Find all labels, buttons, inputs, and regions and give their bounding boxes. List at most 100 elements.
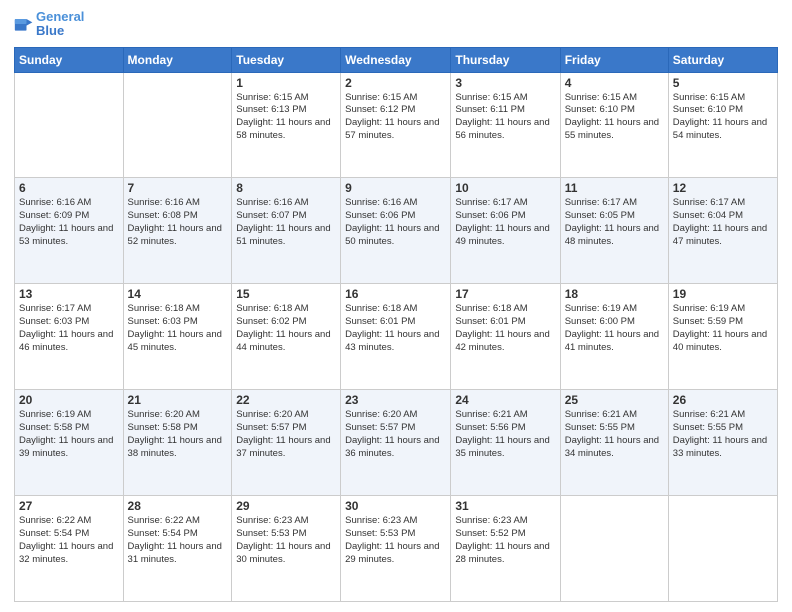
day-number: 21 bbox=[128, 393, 228, 407]
day-number: 1 bbox=[236, 76, 336, 90]
day-info: Sunrise: 6:23 AM Sunset: 5:52 PM Dayligh… bbox=[455, 515, 555, 566]
day-number: 10 bbox=[455, 181, 555, 195]
logo: General Blue bbox=[14, 10, 84, 39]
day-info: Sunrise: 6:18 AM Sunset: 6:02 PM Dayligh… bbox=[236, 303, 336, 354]
weekday-header-saturday: Saturday bbox=[668, 47, 777, 72]
day-info: Sunrise: 6:18 AM Sunset: 6:01 PM Dayligh… bbox=[455, 303, 555, 354]
day-info: Sunrise: 6:19 AM Sunset: 6:00 PM Dayligh… bbox=[565, 303, 664, 354]
day-number: 12 bbox=[673, 181, 773, 195]
day-info: Sunrise: 6:16 AM Sunset: 6:06 PM Dayligh… bbox=[345, 197, 446, 248]
day-info: Sunrise: 6:16 AM Sunset: 6:07 PM Dayligh… bbox=[236, 197, 336, 248]
day-info: Sunrise: 6:17 AM Sunset: 6:06 PM Dayligh… bbox=[455, 197, 555, 248]
week-row-5: 27 Sunrise: 6:22 AM Sunset: 5:54 PM Dayli… bbox=[15, 496, 778, 602]
day-info: Sunrise: 6:22 AM Sunset: 5:54 PM Dayligh… bbox=[128, 515, 228, 566]
calendar-cell: 11Sunrise: 6:17 AM Sunset: 6:05 PM Dayli… bbox=[560, 178, 668, 284]
day-number: 3 bbox=[455, 76, 555, 90]
day-info: Sunrise: 6:16 AM Sunset: 6:08 PM Dayligh… bbox=[128, 197, 228, 248]
weekday-header-tuesday: Tuesday bbox=[232, 47, 341, 72]
day-number: 23 bbox=[345, 393, 446, 407]
calendar-cell: 14Sunrise: 6:18 AM Sunset: 6:03 PM Dayli… bbox=[123, 284, 232, 390]
day-info: Sunrise: 6:19 AM Sunset: 5:59 PM Dayligh… bbox=[673, 303, 773, 354]
calendar-cell bbox=[15, 72, 124, 178]
day-number: 8 bbox=[236, 181, 336, 195]
day-info: Sunrise: 6:17 AM Sunset: 6:05 PM Dayligh… bbox=[565, 197, 664, 248]
day-info: Sunrise: 6:16 AM Sunset: 6:09 PM Dayligh… bbox=[19, 197, 119, 248]
calendar-cell: 18 Sunrise: 6:19 AM Sunset: 6:00 PM Dayli… bbox=[560, 284, 668, 390]
calendar-cell: 16Sunrise: 6:18 AM Sunset: 6:01 PM Dayli… bbox=[341, 284, 451, 390]
day-info: Sunrise: 6:15 AM Sunset: 6:13 PM Dayligh… bbox=[236, 92, 336, 143]
calendar-cell: 19 Sunrise: 6:19 AM Sunset: 5:59 PM Dayli… bbox=[668, 284, 777, 390]
calendar-table: SundayMondayTuesdayWednesdayThursdayFrid… bbox=[14, 47, 778, 602]
calendar-cell: 1 Sunrise: 6:15 AM Sunset: 6:13 PM Daylig… bbox=[232, 72, 341, 178]
calendar-cell: 13 Sunrise: 6:17 AM Sunset: 6:03 PM Dayli… bbox=[15, 284, 124, 390]
logo-text: General Blue bbox=[36, 10, 84, 39]
calendar-cell: 27 Sunrise: 6:22 AM Sunset: 5:54 PM Dayli… bbox=[15, 496, 124, 602]
day-number: 22 bbox=[236, 393, 336, 407]
weekday-header-wednesday: Wednesday bbox=[341, 47, 451, 72]
weekday-header-monday: Monday bbox=[123, 47, 232, 72]
weekday-header-thursday: Thursday bbox=[451, 47, 560, 72]
day-info: Sunrise: 6:23 AM Sunset: 5:53 PM Dayligh… bbox=[345, 515, 446, 566]
calendar-page: General Blue SundayMondayTuesdayWednesda… bbox=[0, 0, 792, 612]
calendar-cell: 20 Sunrise: 6:19 AM Sunset: 5:58 PM Dayli… bbox=[15, 390, 124, 496]
day-info: Sunrise: 6:15 AM Sunset: 6:10 PM Dayligh… bbox=[565, 92, 664, 143]
day-number: 20 bbox=[19, 393, 119, 407]
calendar-cell: 29Sunrise: 6:23 AM Sunset: 5:53 PM Dayli… bbox=[232, 496, 341, 602]
calendar-cell: 26 Sunrise: 6:21 AM Sunset: 5:55 PM Dayli… bbox=[668, 390, 777, 496]
week-row-2: 6 Sunrise: 6:16 AM Sunset: 6:09 PM Daylig… bbox=[15, 178, 778, 284]
week-row-4: 20 Sunrise: 6:19 AM Sunset: 5:58 PM Dayli… bbox=[15, 390, 778, 496]
day-info: Sunrise: 6:15 AM Sunset: 6:11 PM Dayligh… bbox=[455, 92, 555, 143]
day-info: Sunrise: 6:21 AM Sunset: 5:55 PM Dayligh… bbox=[673, 409, 773, 460]
day-number: 2 bbox=[345, 76, 446, 90]
day-info: Sunrise: 6:22 AM Sunset: 5:54 PM Dayligh… bbox=[19, 515, 119, 566]
calendar-cell: 21 Sunrise: 6:20 AM Sunset: 5:58 PM Dayli… bbox=[123, 390, 232, 496]
calendar-cell bbox=[123, 72, 232, 178]
day-number: 17 bbox=[455, 287, 555, 301]
day-info: Sunrise: 6:21 AM Sunset: 5:56 PM Dayligh… bbox=[455, 409, 555, 460]
day-number: 16 bbox=[345, 287, 446, 301]
day-number: 26 bbox=[673, 393, 773, 407]
day-number: 18 bbox=[565, 287, 664, 301]
weekday-header-row: SundayMondayTuesdayWednesdayThursdayFrid… bbox=[15, 47, 778, 72]
day-number: 24 bbox=[455, 393, 555, 407]
calendar-cell bbox=[560, 496, 668, 602]
day-number: 6 bbox=[19, 181, 119, 195]
weekday-header-sunday: Sunday bbox=[15, 47, 124, 72]
calendar-cell: 23 Sunrise: 6:20 AM Sunset: 5:57 PM Dayli… bbox=[341, 390, 451, 496]
day-info: Sunrise: 6:18 AM Sunset: 6:03 PM Dayligh… bbox=[128, 303, 228, 354]
day-number: 28 bbox=[128, 499, 228, 513]
calendar-cell: 3 Sunrise: 6:15 AM Sunset: 6:11 PM Daylig… bbox=[451, 72, 560, 178]
calendar-cell: 24 Sunrise: 6:21 AM Sunset: 5:56 PM Dayli… bbox=[451, 390, 560, 496]
day-info: Sunrise: 6:20 AM Sunset: 5:58 PM Dayligh… bbox=[128, 409, 228, 460]
calendar-cell bbox=[668, 496, 777, 602]
day-number: 19 bbox=[673, 287, 773, 301]
day-number: 29 bbox=[236, 499, 336, 513]
calendar-cell: 10 Sunrise: 6:17 AM Sunset: 6:06 PM Dayli… bbox=[451, 178, 560, 284]
day-info: Sunrise: 6:17 AM Sunset: 6:04 PM Dayligh… bbox=[673, 197, 773, 248]
calendar-cell: 9Sunrise: 6:16 AM Sunset: 6:06 PM Daylig… bbox=[341, 178, 451, 284]
day-number: 30 bbox=[345, 499, 446, 513]
day-info: Sunrise: 6:20 AM Sunset: 5:57 PM Dayligh… bbox=[345, 409, 446, 460]
week-row-1: 1 Sunrise: 6:15 AM Sunset: 6:13 PM Daylig… bbox=[15, 72, 778, 178]
calendar-cell: 28 Sunrise: 6:22 AM Sunset: 5:54 PM Dayli… bbox=[123, 496, 232, 602]
day-number: 13 bbox=[19, 287, 119, 301]
day-number: 31 bbox=[455, 499, 555, 513]
calendar-cell: 15 Sunrise: 6:18 AM Sunset: 6:02 PM Dayli… bbox=[232, 284, 341, 390]
day-info: Sunrise: 6:19 AM Sunset: 5:58 PM Dayligh… bbox=[19, 409, 119, 460]
day-number: 15 bbox=[236, 287, 336, 301]
calendar-cell: 6 Sunrise: 6:16 AM Sunset: 6:09 PM Daylig… bbox=[15, 178, 124, 284]
day-number: 4 bbox=[565, 76, 664, 90]
day-info: Sunrise: 6:15 AM Sunset: 6:12 PM Dayligh… bbox=[345, 92, 446, 143]
day-number: 27 bbox=[19, 499, 119, 513]
day-number: 5 bbox=[673, 76, 773, 90]
calendar-cell: 25Sunrise: 6:21 AM Sunset: 5:55 PM Dayli… bbox=[560, 390, 668, 496]
day-info: Sunrise: 6:21 AM Sunset: 5:55 PM Dayligh… bbox=[565, 409, 664, 460]
calendar-cell: 5Sunrise: 6:15 AM Sunset: 6:10 PM Daylig… bbox=[668, 72, 777, 178]
calendar-cell: 7 Sunrise: 6:16 AM Sunset: 6:08 PM Daylig… bbox=[123, 178, 232, 284]
weekday-header-friday: Friday bbox=[560, 47, 668, 72]
calendar-cell: 17 Sunrise: 6:18 AM Sunset: 6:01 PM Dayli… bbox=[451, 284, 560, 390]
calendar-cell: 31 Sunrise: 6:23 AM Sunset: 5:52 PM Dayli… bbox=[451, 496, 560, 602]
day-number: 7 bbox=[128, 181, 228, 195]
day-info: Sunrise: 6:17 AM Sunset: 6:03 PM Dayligh… bbox=[19, 303, 119, 354]
week-row-3: 13 Sunrise: 6:17 AM Sunset: 6:03 PM Dayli… bbox=[15, 284, 778, 390]
